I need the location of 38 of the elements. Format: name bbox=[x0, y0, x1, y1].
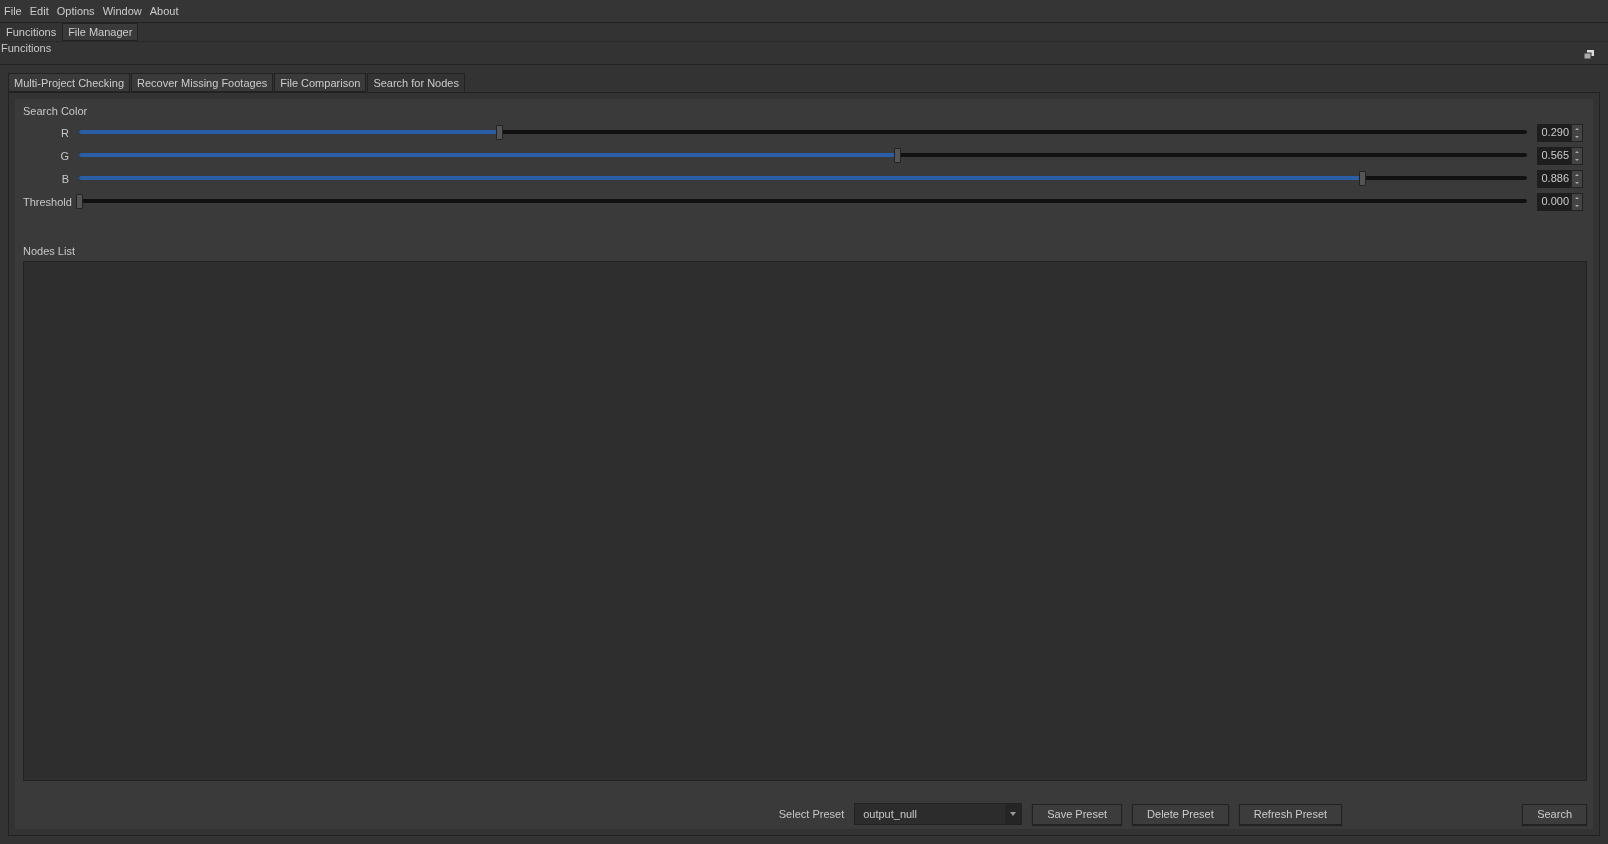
slider-label: R bbox=[60, 126, 70, 139]
slider-label: Threshold bbox=[23, 195, 73, 208]
restore-window-icon[interactable] bbox=[1584, 50, 1594, 59]
preset-button[interactable]: Delete Preset bbox=[1132, 803, 1229, 825]
menu-item[interactable]: About bbox=[149, 5, 179, 17]
slider-thumb[interactable] bbox=[76, 194, 83, 209]
tab[interactable]: Multi-Project Checking bbox=[8, 73, 131, 92]
tab[interactable]: Recover Missing Footages bbox=[131, 73, 274, 92]
number-field[interactable]: 0.565 bbox=[1537, 146, 1571, 165]
section-title: Funcitions bbox=[1, 42, 52, 54]
menu-item[interactable]: File bbox=[4, 5, 22, 17]
tab[interactable]: File Comparison bbox=[274, 73, 367, 92]
preset-dropdown[interactable]: output_null bbox=[854, 803, 1023, 825]
menu-item[interactable]: Window bbox=[102, 5, 142, 17]
slider-thumb[interactable] bbox=[894, 148, 902, 163]
menu-item[interactable]: Edit bbox=[29, 5, 49, 17]
caret-icon bbox=[1009, 811, 1018, 817]
slider[interactable] bbox=[79, 125, 1527, 140]
tab[interactable]: Search for Nodes bbox=[367, 73, 465, 92]
number-field[interactable]: 0.000 bbox=[1537, 192, 1571, 211]
number-field[interactable]: 0.290 bbox=[1537, 123, 1571, 142]
slider[interactable] bbox=[79, 171, 1527, 186]
preset-button[interactable]: Refresh Preset bbox=[1238, 803, 1343, 825]
nodes-list[interactable] bbox=[23, 261, 1587, 781]
number-field[interactable]: 0.886 bbox=[1537, 169, 1571, 188]
preset-button[interactable]: Save Preset bbox=[1032, 803, 1123, 825]
slider-label: G bbox=[59, 149, 70, 162]
tab[interactable]: File Manager bbox=[62, 23, 139, 41]
preset-label: Select Preset bbox=[778, 808, 845, 820]
slider-thumb[interactable] bbox=[495, 125, 503, 140]
slider-thumb[interactable] bbox=[1358, 171, 1366, 186]
slider-label: B bbox=[60, 172, 70, 185]
slider[interactable] bbox=[79, 148, 1527, 163]
menu-item[interactable]: Options bbox=[56, 5, 95, 17]
group-title: Search Color bbox=[23, 104, 89, 119]
search-button[interactable]: Search bbox=[1522, 803, 1587, 825]
slider[interactable] bbox=[79, 194, 1527, 209]
group-title: Nodes List bbox=[23, 244, 76, 259]
